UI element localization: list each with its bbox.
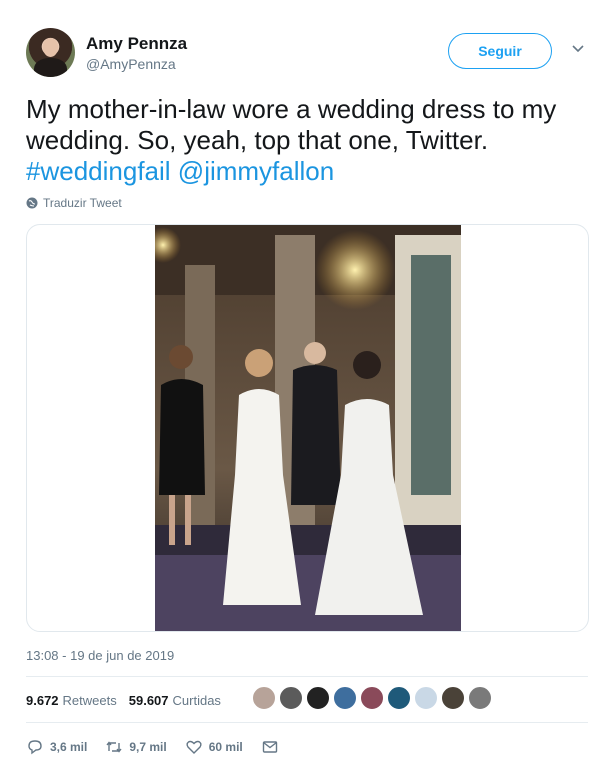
mention-link[interactable]: @jimmyfallon bbox=[178, 156, 334, 186]
liker-avatar[interactable] bbox=[468, 686, 492, 710]
liker-avatar[interactable] bbox=[360, 686, 384, 710]
chevron-down-icon[interactable] bbox=[571, 42, 585, 56]
likes-label[interactable]: Curtidas bbox=[173, 693, 221, 708]
liker-avatar[interactable] bbox=[441, 686, 465, 710]
divider bbox=[26, 676, 588, 677]
follow-button[interactable]: Seguir bbox=[448, 33, 552, 69]
liker-avatar[interactable] bbox=[414, 686, 438, 710]
heart-icon bbox=[186, 740, 202, 754]
tweet-text: My mother-in-law wore a wedding dress to… bbox=[26, 94, 596, 187]
tweet-stats: 9.672 Retweets 59.607 Curtidas bbox=[26, 688, 221, 712]
retweet-count: 9,7 mil bbox=[129, 740, 167, 754]
tweet-actions: 3,6 mil 9,7 mil 60 mil bbox=[26, 736, 297, 758]
liker-avatar[interactable] bbox=[252, 686, 276, 710]
tweet-body: My mother-in-law wore a wedding dress to… bbox=[26, 94, 557, 155]
message-icon bbox=[262, 741, 277, 753]
liker-avatar[interactable] bbox=[279, 686, 303, 710]
author-handle[interactable]: @AmyPennza bbox=[86, 56, 176, 72]
media-card[interactable] bbox=[26, 224, 589, 632]
divider bbox=[26, 722, 588, 723]
hashtag-link[interactable]: #weddingfail bbox=[26, 156, 171, 186]
retweets-count[interactable]: 9.672 bbox=[26, 693, 59, 708]
globe-icon bbox=[26, 197, 38, 209]
tweet-photo[interactable] bbox=[155, 225, 461, 632]
tweet-timestamp[interactable]: 13:08 - 19 de jun de 2019 bbox=[26, 648, 174, 663]
retweet-button[interactable]: 9,7 mil bbox=[105, 738, 167, 756]
liker-avatar[interactable] bbox=[387, 686, 411, 710]
reply-button[interactable]: 3,6 mil bbox=[26, 738, 87, 756]
author-name[interactable]: Amy Pennza bbox=[86, 34, 187, 54]
liker-avatar[interactable] bbox=[306, 686, 330, 710]
likes-count[interactable]: 59.607 bbox=[129, 693, 169, 708]
reply-count: 3,6 mil bbox=[50, 740, 88, 754]
retweets-label[interactable]: Retweets bbox=[63, 693, 117, 708]
tweet-header: Amy Pennza @AmyPennza Seguir bbox=[26, 28, 592, 80]
liker-avatars bbox=[252, 686, 492, 710]
like-count: 60 mil bbox=[208, 740, 243, 754]
translate-label: Traduzir Tweet bbox=[43, 196, 122, 210]
retweet-icon bbox=[106, 741, 122, 753]
direct-message-button[interactable] bbox=[261, 738, 279, 756]
translate-tweet[interactable]: Traduzir Tweet bbox=[26, 196, 122, 210]
liker-avatar[interactable] bbox=[333, 686, 357, 710]
avatar[interactable] bbox=[26, 28, 75, 77]
reply-icon bbox=[28, 740, 42, 755]
like-button[interactable]: 60 mil bbox=[185, 738, 243, 756]
